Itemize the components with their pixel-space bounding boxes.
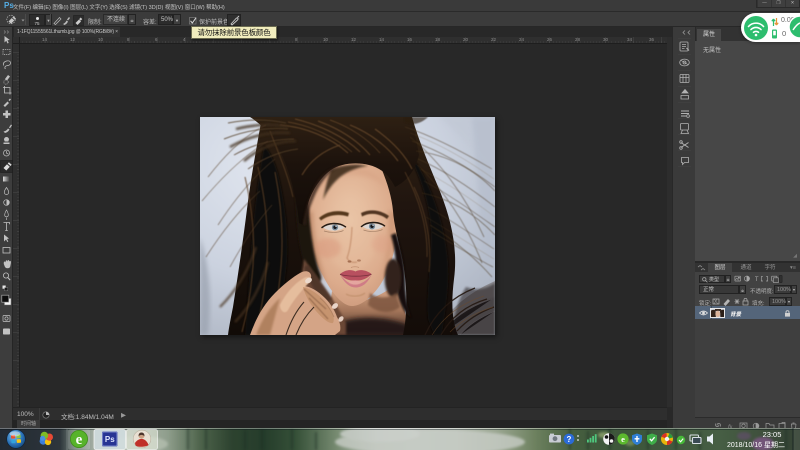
svg-text:e: e [76,432,83,448]
svg-text:23:05: 23:05 [763,430,782,439]
svg-text:T: T [755,277,759,283]
svg-text:e: e [621,434,625,444]
svg-text:2018/10/16 星期二: 2018/10/16 星期二 [727,441,785,449]
svg-text:Ps: Ps [105,435,115,444]
svg-text:?: ? [567,435,572,444]
